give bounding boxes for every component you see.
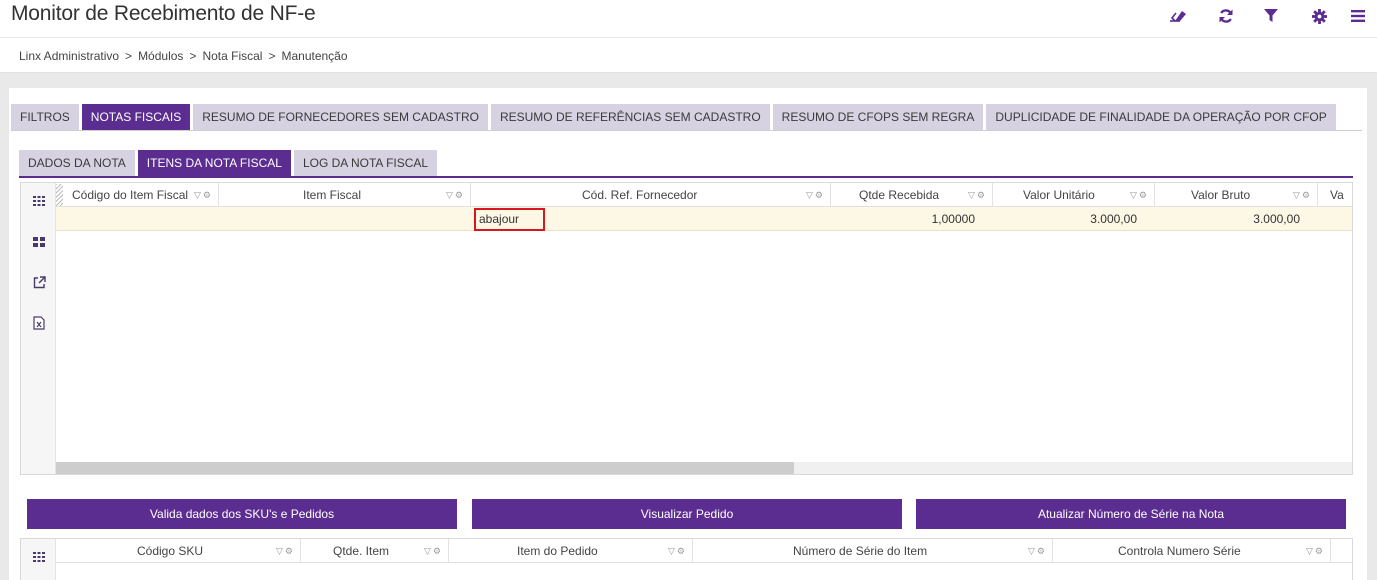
tab-resumo-fornecedores[interactable]: RESUMO DE FORNECEDORES SEM CADASTRO xyxy=(193,104,488,130)
main-panel: FILTROS NOTAS FISCAIS RESUMO DE FORNECED… xyxy=(9,88,1367,580)
main-tabs: FILTROS NOTAS FISCAIS RESUMO DE FORNECED… xyxy=(11,104,1339,130)
tab-filtros[interactable]: FILTROS xyxy=(11,104,79,130)
tab-resumo-cfops[interactable]: RESUMO DE CFOPS SEM REGRA xyxy=(772,104,984,130)
horizontal-scrollbar[interactable] xyxy=(56,462,1352,474)
breadcrumb-separator: > xyxy=(268,49,276,63)
tab-duplicidade-finalidade[interactable]: DUPLICIDADE DE FINALIDADE DA OPERAÇÃO PO… xyxy=(986,104,1336,130)
column-header[interactable]: Va xyxy=(1318,183,1352,206)
sku-grid-header: Código SKU ▽⚙ Qtde. Item ▽⚙ Item do Pedi… xyxy=(56,539,1352,563)
column-header[interactable]: Cód. Ref. Fornecedor ▽⚙ xyxy=(471,183,831,206)
eraser-icon[interactable] xyxy=(1168,7,1188,25)
filter-gear-icon[interactable]: ▽⚙ xyxy=(194,183,213,206)
column-label: Qtde. Item xyxy=(333,544,390,558)
column-label: Controla Numero Série xyxy=(1118,544,1241,558)
grid-icon[interactable] xyxy=(31,549,47,565)
column-label: Código do Item Fiscal xyxy=(72,188,189,202)
column-header[interactable]: Qtde. Item ▽⚙ xyxy=(301,539,449,562)
filter-gear-icon[interactable]: ▽⚙ xyxy=(424,539,443,562)
filter-gear-icon[interactable]: ▽⚙ xyxy=(1306,539,1325,562)
filter-gear-icon[interactable]: ▽⚙ xyxy=(1028,539,1047,562)
breadcrumb-separator: > xyxy=(189,49,197,63)
filter-gear-icon[interactable]: ▽⚙ xyxy=(668,539,687,562)
tab-resumo-referencias[interactable]: RESUMO DE REFERÊNCIAS SEM CADASTRO xyxy=(490,104,770,130)
filter-gear-icon[interactable]: ▽⚙ xyxy=(968,183,987,206)
sub-tabs: DADOS DA NOTA ITENS DA NOTA FISCAL LOG D… xyxy=(19,150,440,176)
sku-grid: Código SKU ▽⚙ Qtde. Item ▽⚙ Item do Pedi… xyxy=(20,538,1353,580)
sub-tab-divider xyxy=(19,176,1353,178)
filter-gear-icon[interactable]: ▽⚙ xyxy=(446,183,465,206)
grid-toolbar xyxy=(21,539,56,580)
column-header[interactable]: Controla Numero Série ▽⚙ xyxy=(1053,539,1331,562)
top-bar: Monitor de Recebimento de NF-e xyxy=(0,0,1377,38)
column-label: Número de Série do Item xyxy=(793,544,928,558)
column-label: Item do Pedido xyxy=(517,544,598,558)
grid-icon[interactable] xyxy=(31,193,47,209)
cell-valor-bruto[interactable]: 3.000,00 xyxy=(1155,207,1300,231)
breadcrumb-item[interactable]: Manutenção xyxy=(281,49,347,63)
tab-itens-da-nota[interactable]: ITENS DA NOTA FISCAL xyxy=(137,150,291,176)
tab-notas-fiscais[interactable]: NOTAS FISCAIS xyxy=(81,104,191,130)
column-label: Valor Unitário xyxy=(1023,188,1095,202)
column-label: Código SKU xyxy=(137,544,204,558)
validate-sku-button[interactable]: Valida dados dos SKU's e Pedidos xyxy=(27,499,457,529)
refresh-icon[interactable] xyxy=(1216,7,1236,25)
scrollbar-thumb[interactable] xyxy=(56,462,794,474)
cell-codigo-item-fiscal[interactable] xyxy=(72,207,212,231)
table-row[interactable]: abajour 1,00000 3.000,00 3.000,00 xyxy=(56,207,1352,231)
excel-icon[interactable] xyxy=(31,315,47,331)
column-header[interactable]: Item do Pedido ▽⚙ xyxy=(449,539,693,562)
tab-log-da-nota[interactable]: LOG DA NOTA FISCAL xyxy=(293,150,438,176)
column-header[interactable]: Valor Bruto ▽⚙ xyxy=(1155,183,1318,206)
grid-toolbar xyxy=(21,183,56,474)
layout-icon[interactable] xyxy=(31,234,47,250)
update-serial-button[interactable]: Atualizar Número de Série na Nota xyxy=(916,499,1346,529)
column-label: Cód. Ref. Fornecedor xyxy=(582,188,698,202)
column-label: Qtde Recebida xyxy=(859,188,940,202)
gear-icon[interactable] xyxy=(1309,7,1329,25)
column-header[interactable]: Qtde Recebida ▽⚙ xyxy=(831,183,993,206)
breadcrumb-separator: > xyxy=(125,49,133,63)
menu-icon[interactable] xyxy=(1348,7,1368,25)
breadcrumb-item[interactable]: Linx Administrativo xyxy=(19,49,119,63)
filter-gear-icon[interactable]: ▽⚙ xyxy=(1130,183,1149,206)
column-header[interactable]: Número de Série do Item ▽⚙ xyxy=(693,539,1053,562)
column-resize-grip[interactable] xyxy=(56,184,63,206)
filter-gear-icon[interactable]: ▽⚙ xyxy=(1293,183,1312,206)
column-header[interactable]: Código SKU ▽⚙ xyxy=(56,539,301,562)
export-icon[interactable] xyxy=(31,274,47,290)
cell-item-fiscal[interactable] xyxy=(226,207,466,231)
highlight-box xyxy=(474,208,545,231)
column-header[interactable]: Item Fiscal ▽⚙ xyxy=(219,183,471,206)
column-header[interactable]: Valor Unitário ▽⚙ xyxy=(993,183,1155,206)
filter-gear-icon[interactable]: ▽⚙ xyxy=(276,539,295,562)
tab-divider xyxy=(11,130,1362,131)
breadcrumb: Linx Administrativo > Módulos > Nota Fiscal >… xyxy=(0,38,1377,73)
column-label: Item Fiscal xyxy=(303,188,362,202)
filter-icon[interactable] xyxy=(1261,7,1281,25)
items-grid-header: Código do Item Fiscal ▽⚙ Item Fiscal ▽⚙ … xyxy=(56,183,1352,207)
column-header[interactable]: Código do Item Fiscal ▽⚙ xyxy=(56,183,219,206)
breadcrumb-item[interactable]: Nota Fiscal xyxy=(202,49,262,63)
filter-gear-icon[interactable]: ▽⚙ xyxy=(806,183,825,206)
breadcrumb-item[interactable]: Módulos xyxy=(138,49,183,63)
page-title: Monitor de Recebimento de NF-e xyxy=(11,2,316,25)
column-label: Valor Bruto xyxy=(1191,188,1251,202)
cell-valor-unitario[interactable]: 3.000,00 xyxy=(993,207,1137,231)
view-order-button[interactable]: Visualizar Pedido xyxy=(472,499,902,529)
tab-dados-da-nota[interactable]: DADOS DA NOTA xyxy=(19,150,135,176)
column-label: Va xyxy=(1330,188,1344,202)
cell-qtde-recebida[interactable]: 1,00000 xyxy=(831,207,975,231)
items-grid: Código do Item Fiscal ▽⚙ Item Fiscal ▽⚙ … xyxy=(20,182,1353,475)
